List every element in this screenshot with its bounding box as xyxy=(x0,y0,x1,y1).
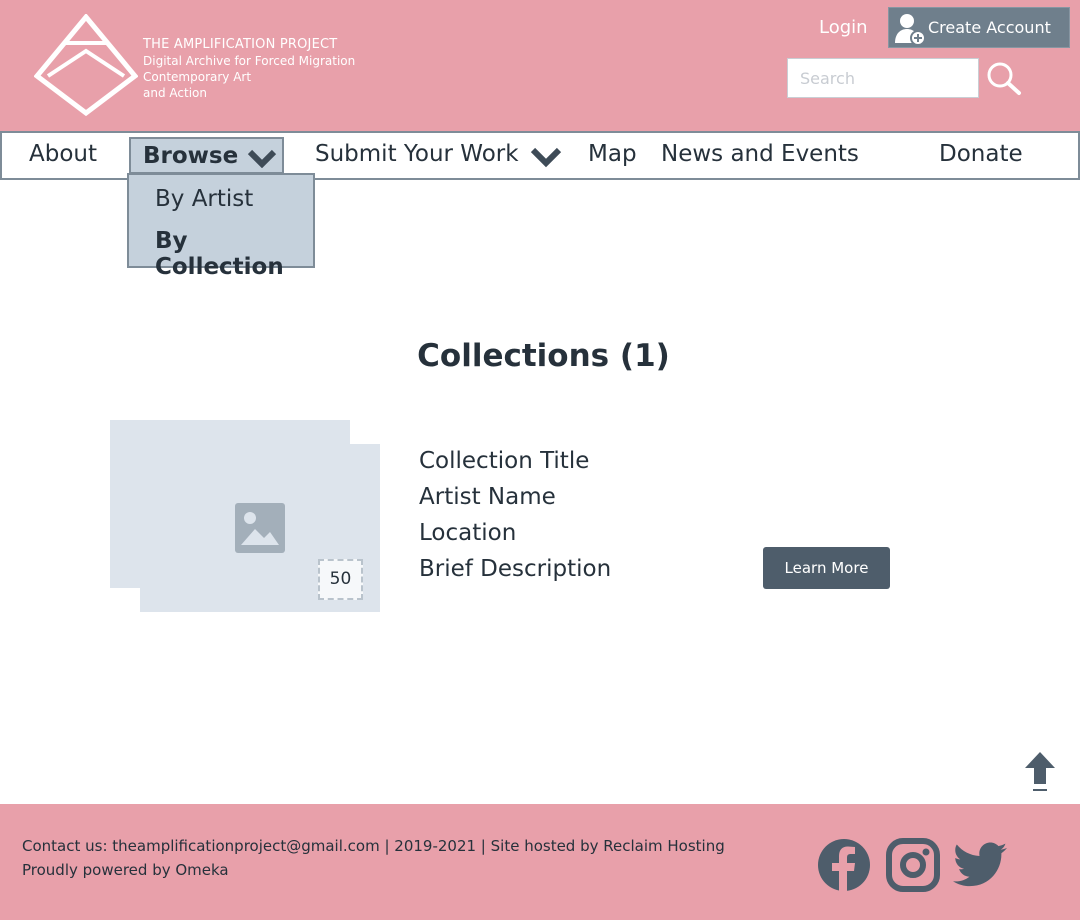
learn-more-button[interactable]: Learn More xyxy=(763,547,890,589)
collection-description: Brief Description xyxy=(419,556,612,582)
footer-contact: Contact us: theamplificationproject@gmai… xyxy=(22,837,725,855)
chevron-down-icon[interactable] xyxy=(530,146,562,168)
logo-icon[interactable] xyxy=(34,14,138,116)
collection-title[interactable]: Collection Title xyxy=(419,448,589,474)
nav-submit[interactable]: Submit Your Work xyxy=(315,141,519,167)
nav-donate[interactable]: Donate xyxy=(939,141,1023,167)
nav-news-events[interactable]: News and Events xyxy=(661,141,859,167)
menu-item-by-artist[interactable]: By Artist xyxy=(155,186,253,212)
facebook-icon[interactable] xyxy=(817,838,871,892)
create-account-button[interactable]: Create Account xyxy=(888,7,1070,48)
collection-location: Location xyxy=(419,520,517,546)
search-input[interactable] xyxy=(787,58,979,98)
brand-title: THE AMPLIFICATION PROJECT xyxy=(143,37,338,52)
instagram-icon[interactable] xyxy=(886,838,940,892)
nav-browse-label: Browse xyxy=(143,143,239,169)
browse-dropdown-menu: By Artist By Collection xyxy=(127,173,315,280)
login-link[interactable]: Login xyxy=(819,17,868,38)
image-placeholder-icon xyxy=(235,503,285,553)
footer-powered-by: Proudly powered by Omeka xyxy=(22,861,229,879)
collection-artist: Artist Name xyxy=(419,484,556,510)
brand-subtitle-3: and Action xyxy=(143,86,207,100)
user-add-icon xyxy=(895,14,926,46)
nav-browse[interactable]: Browse xyxy=(129,137,284,174)
site-header: THE AMPLIFICATION PROJECT Digital Archiv… xyxy=(0,0,1080,131)
arrow-up-icon[interactable] xyxy=(1023,750,1057,794)
brand-text: THE AMPLIFICATION PROJECT Digital Archiv… xyxy=(143,37,355,101)
nav-submit-label: Submit Your Work xyxy=(315,141,519,167)
menu-item-by-collection[interactable]: By Collection xyxy=(155,228,313,280)
create-account-label: Create Account xyxy=(928,18,1051,37)
brand-subtitle-1: Digital Archive for Forced Migration xyxy=(143,54,356,68)
twitter-icon[interactable] xyxy=(953,842,1007,888)
page-title: Collections (1) xyxy=(417,338,670,374)
item-count-badge: 50 xyxy=(318,559,363,600)
search-icon[interactable] xyxy=(986,61,1022,97)
chevron-down-icon xyxy=(247,149,277,168)
nav-about[interactable]: About xyxy=(29,141,97,167)
brand-subtitle-2: Contemporary Art xyxy=(143,70,252,84)
nav-map[interactable]: Map xyxy=(588,141,637,167)
